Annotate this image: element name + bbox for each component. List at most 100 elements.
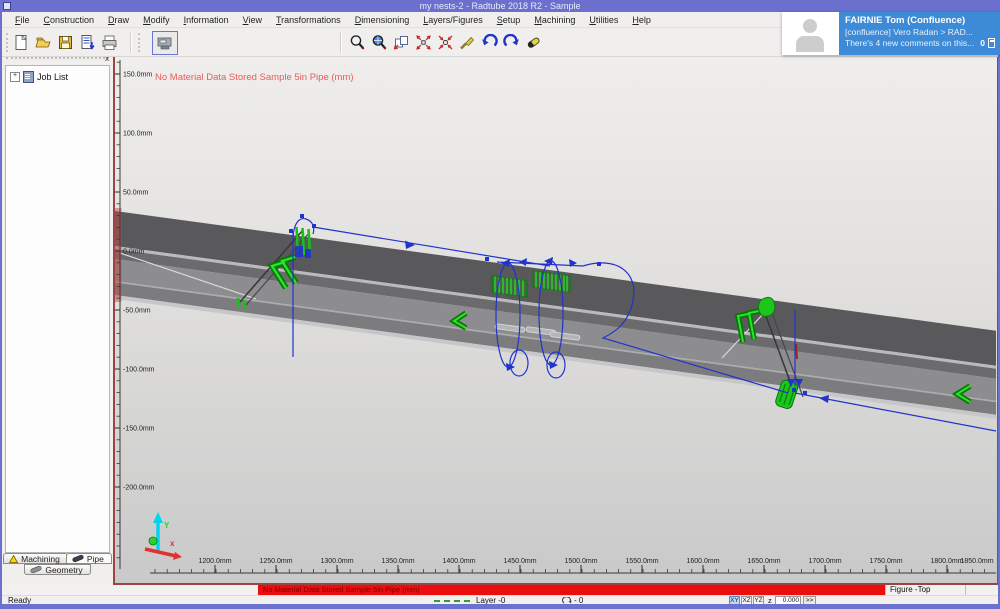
- taskbar-strip: [0, 604, 1000, 609]
- zoom-in-button[interactable]: [348, 33, 367, 52]
- canvas-warning-text: No Material Data Stored Sample 5in Pipe …: [155, 72, 354, 83]
- ruler-label: 1650.0mm: [747, 558, 780, 565]
- notification-app-icon: [988, 38, 995, 48]
- menu-item-setup[interactable]: Setup: [490, 15, 528, 25]
- menu-item-transformations[interactable]: Transformations: [269, 15, 348, 25]
- app-icon: [3, 2, 11, 10]
- ruler-label: 1500.0mm: [564, 558, 597, 565]
- prompt-row: No Material Data Stored Sample 5in Pipe …: [2, 585, 998, 595]
- ruler-label: 1550.0mm: [625, 558, 658, 565]
- menu-item-draw[interactable]: Draw: [101, 15, 136, 25]
- notification-subtitle: [confluence] Vero Radan > RAD...: [845, 27, 995, 37]
- ruler-label: 1800.0mm: [930, 558, 963, 565]
- menu-item-dimensioning[interactable]: Dimensioning: [348, 15, 417, 25]
- toolbar-separator: [340, 32, 342, 53]
- undo-arrow-icon: [481, 34, 498, 51]
- tree-item-job-list[interactable]: + Job List: [10, 71, 109, 83]
- ruler-label: 1250.0mm: [259, 558, 292, 565]
- zoom-extents-button[interactable]: [414, 33, 433, 52]
- job-list-panel: x + Job List Machining Pipe Geometry: [2, 55, 113, 585]
- new-file-button[interactable]: [12, 33, 31, 52]
- machine-icon: [156, 34, 174, 52]
- vertical-ruler: 150.0mm100.0mm50.0mm0.0mm-50.0mm-100.0mm…: [115, 60, 155, 569]
- erase-button[interactable]: [524, 33, 543, 52]
- redo-button[interactable]: [502, 33, 521, 52]
- undo-button[interactable]: [480, 33, 499, 52]
- menu-item-help[interactable]: Help: [625, 15, 658, 25]
- axis-x-label: x: [170, 539, 175, 548]
- pipe-model[interactable]: [115, 211, 996, 419]
- ucs-axes-icon: Y x: [145, 512, 182, 560]
- toolbar-grip[interactable]: [138, 33, 143, 52]
- brush-icon: [459, 34, 476, 51]
- menu-item-modify[interactable]: Modify: [136, 15, 177, 25]
- menu-item-utilities[interactable]: Utilities: [582, 15, 625, 25]
- ruler-label: 1350.0mm: [381, 558, 414, 565]
- open-file-button[interactable]: [34, 33, 53, 52]
- job-list-tree[interactable]: + Job List: [5, 65, 110, 553]
- window-border-left: [0, 0, 2, 609]
- machine-tool-button[interactable]: [152, 31, 178, 55]
- new-file-icon: [13, 34, 30, 51]
- magnifier-icon: [349, 34, 366, 51]
- pipe-icon: [72, 554, 84, 563]
- zoom-all-button[interactable]: [370, 33, 389, 52]
- geometry-pipe-icon: [30, 565, 42, 574]
- magnifier-globe-icon: [371, 34, 388, 51]
- tab-geometry[interactable]: Geometry: [24, 564, 90, 575]
- zoom-previous-icon: [437, 34, 454, 51]
- tab-pipe[interactable]: Pipe: [66, 553, 112, 564]
- ruler-label: 1200.0mm: [198, 558, 231, 565]
- axis-y-label: Y: [164, 521, 170, 530]
- title-bar[interactable]: my nests-2 - Radtube 2018 R2 - Sample: [0, 0, 1000, 12]
- ruler-label: -200.0mm: [123, 485, 155, 492]
- menu-item-construction[interactable]: Construction: [37, 15, 102, 25]
- tree-item-label: Job List: [37, 72, 68, 82]
- ruler-label: 1600.0mm: [686, 558, 719, 565]
- printer-icon: [101, 34, 118, 51]
- zoom-previous-button[interactable]: [436, 33, 455, 52]
- zoom-window-button[interactable]: [392, 33, 411, 52]
- horizontal-ruler: 1200.0mm1250.0mm1300.0mm1350.0mm1400.0mm…: [150, 558, 996, 573]
- open-folder-icon: [35, 34, 52, 51]
- redo-arrow-icon: [503, 34, 520, 51]
- drawing-canvas[interactable]: 150.0mm100.0mm50.0mm0.0mm-50.0mm-100.0mm…: [113, 55, 998, 585]
- notification-toast[interactable]: FAIRNIE Tom (Confluence) [confluence] Ve…: [782, 12, 1000, 55]
- ruler-label: 1300.0mm: [320, 558, 353, 565]
- feature-blob-top-right: [758, 297, 775, 316]
- ruler-label: 1750.0mm: [869, 558, 902, 565]
- redraw-button[interactable]: [458, 33, 477, 52]
- print-button[interactable]: [100, 33, 119, 52]
- save-button[interactable]: [56, 33, 75, 52]
- ruler-label: 100.0mm: [123, 131, 152, 138]
- menu-item-machining[interactable]: Machining: [527, 15, 582, 25]
- menu-item-file[interactable]: File: [8, 15, 37, 25]
- toolbar-grip[interactable]: [6, 33, 11, 52]
- menu-item-information[interactable]: Information: [177, 15, 236, 25]
- notification-message: There's 4 new comments on this...: [845, 38, 974, 48]
- tab-machining[interactable]: Machining: [3, 553, 68, 564]
- save-floppy-icon: [57, 34, 74, 51]
- window-title: my nests-2 - Radtube 2018 R2 - Sample: [419, 1, 580, 11]
- job-list-icon: [23, 71, 34, 83]
- ruler-label: -100.0mm: [123, 367, 155, 374]
- ruler-label: 150.0mm: [123, 72, 152, 79]
- tree-expander-icon[interactable]: +: [10, 72, 20, 82]
- menu-item-view[interactable]: View: [236, 15, 269, 25]
- menu-item-layers-figures[interactable]: Layers/Figures: [416, 15, 490, 25]
- eraser-icon: [525, 34, 542, 51]
- ruler-label: -50.0mm: [123, 308, 151, 315]
- layer-line-sample: [434, 600, 470, 602]
- material-warning-bar: No Material Data Stored Sample 5in Pipe …: [258, 585, 885, 595]
- notification-title: FAIRNIE Tom (Confluence): [845, 15, 995, 26]
- figure-label: Figure -Top: [890, 585, 930, 595]
- ruler-label: -150.0mm: [123, 426, 155, 433]
- warning-icon: [9, 555, 18, 563]
- ruler-label: 1450.0mm: [503, 558, 536, 565]
- notification-badge: 0: [980, 38, 985, 48]
- import-button[interactable]: [78, 33, 97, 52]
- ruler-label: 50.0mm: [123, 190, 148, 197]
- avatar: [782, 12, 839, 55]
- panel-tabs: Machining Pipe Geometry: [2, 553, 113, 575]
- import-list-icon: [79, 34, 96, 51]
